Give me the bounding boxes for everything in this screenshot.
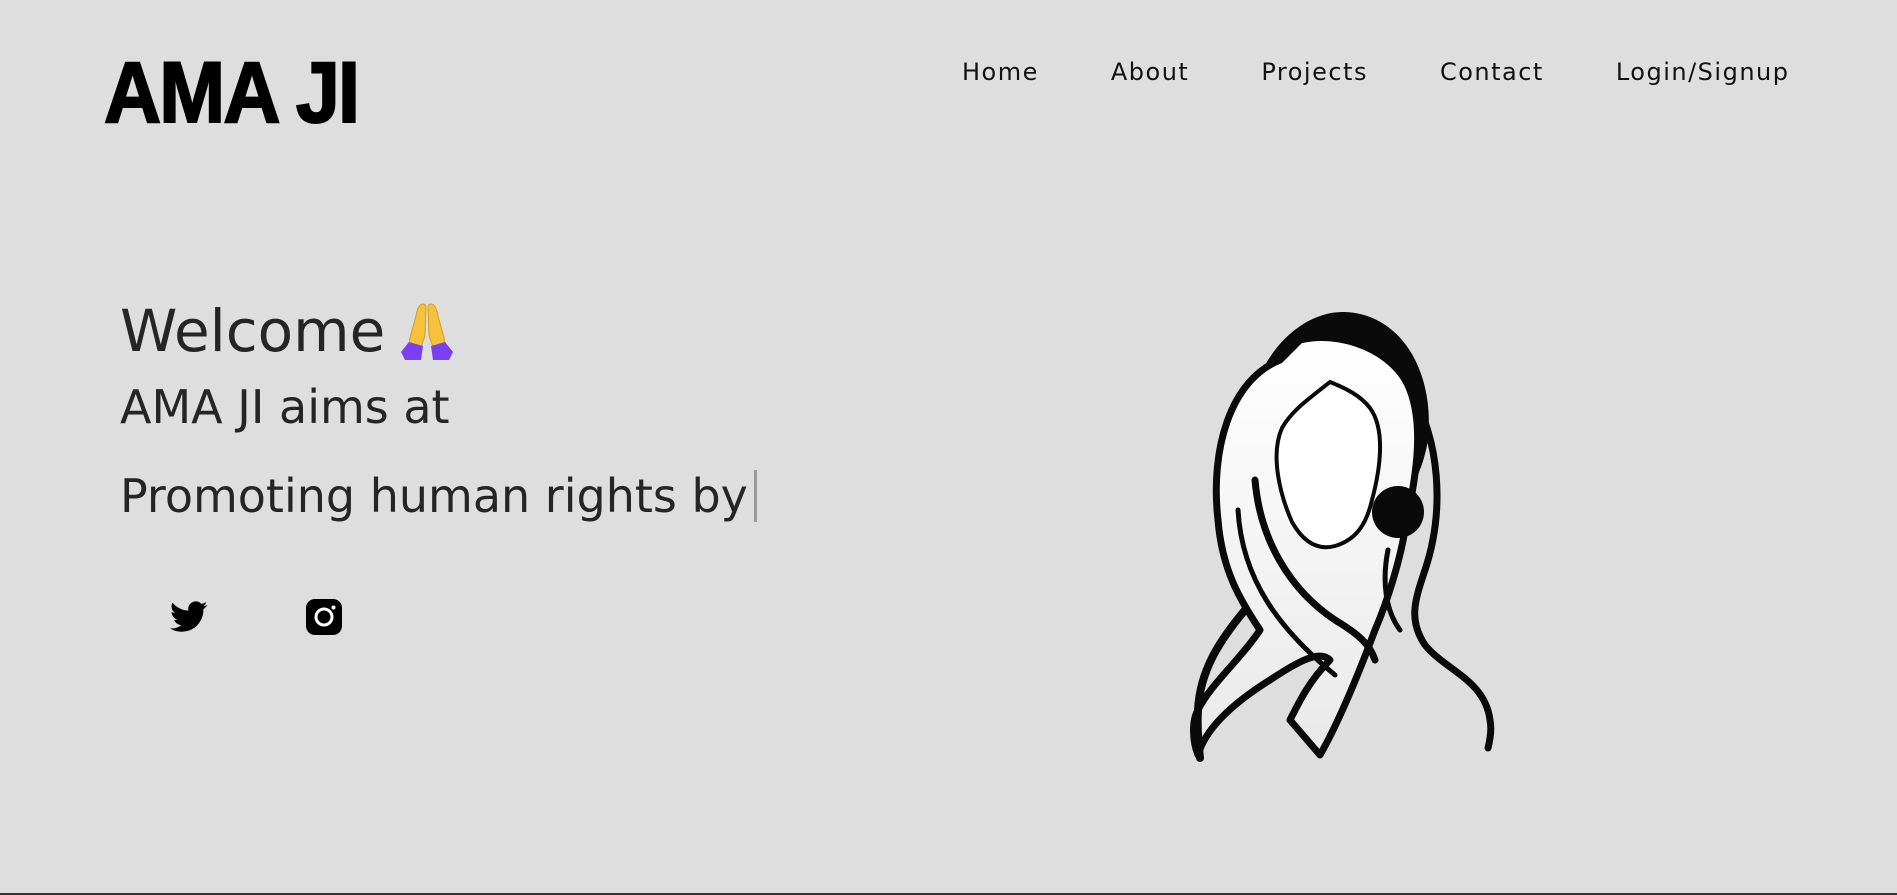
welcome-text: Welcome xyxy=(120,297,386,365)
nav-link-contact[interactable]: Contact xyxy=(1440,58,1544,86)
typed-text: Promoting human rights by xyxy=(120,469,748,523)
typed-text-line: Promoting human rights by xyxy=(120,470,757,522)
nav-link-login-signup[interactable]: Login/Signup xyxy=(1616,58,1790,86)
welcome-heading: Welcome xyxy=(120,300,457,362)
brand-logo[interactable]: AMA JI xyxy=(103,49,361,137)
typing-cursor xyxy=(753,470,757,522)
aims-subheading: AMA JI aims at xyxy=(120,380,450,434)
instagram-icon[interactable] xyxy=(306,599,342,635)
twitter-icon[interactable] xyxy=(170,600,208,634)
folded-hands-icon xyxy=(401,303,454,360)
woman-headscarf-illustration xyxy=(1190,311,1495,762)
nav-link-home[interactable]: Home xyxy=(962,58,1039,86)
main-nav: Home About Projects Contact Login/Signup xyxy=(962,58,1789,86)
nav-link-about[interactable]: About xyxy=(1111,58,1189,86)
nav-link-projects[interactable]: Projects xyxy=(1261,58,1368,86)
